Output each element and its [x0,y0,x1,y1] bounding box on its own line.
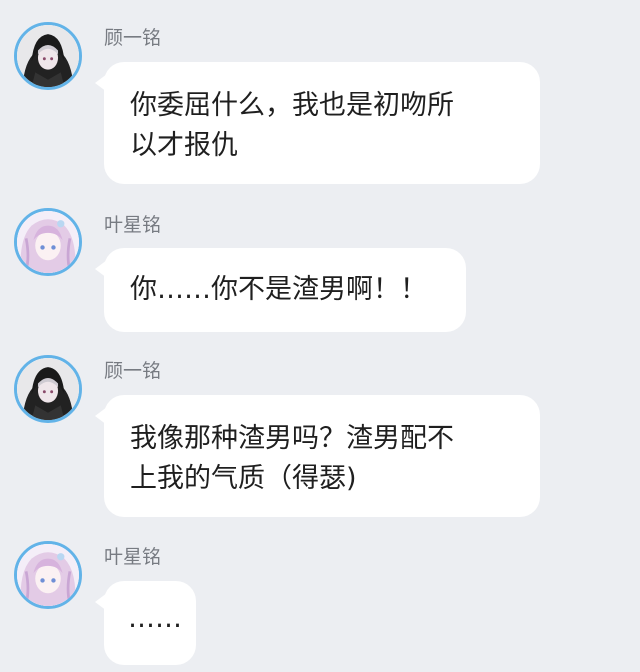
sender-name: 顾一铭 [104,27,162,49]
sender-name: 顾一铭 [104,360,162,382]
pink-hair-avatar-icon[interactable] [14,208,82,276]
message-line: 你委屈什么，我也是初吻所 [130,90,454,121]
message-bubble[interactable]: 你委屈什么，我也是初吻所 以才报仇 [95,62,540,184]
message-line: 你……你不是渣男啊！！ [130,274,427,305]
message-bubble[interactable]: …… [95,581,196,665]
pink-hair-avatar-icon[interactable] [14,541,82,609]
message-bubble[interactable]: 我像那种渣男吗？渣男配不 上我的气质（得瑟) [95,395,540,517]
message-line: 上我的气质（得瑟) [130,463,357,494]
sender-name: 叶星铭 [104,546,162,568]
message-line: 以才报仇 [130,130,238,161]
message-bubble[interactable]: 你……你不是渣男啊！！ [95,248,466,332]
sender-name: 叶星铭 [104,214,162,236]
dark-hooded-avatar-icon[interactable] [14,22,82,90]
message-line: 我像那种渣男吗？渣男配不 [130,423,454,454]
dark-hooded-avatar-icon[interactable] [14,355,82,423]
message-line: …… [128,603,182,634]
